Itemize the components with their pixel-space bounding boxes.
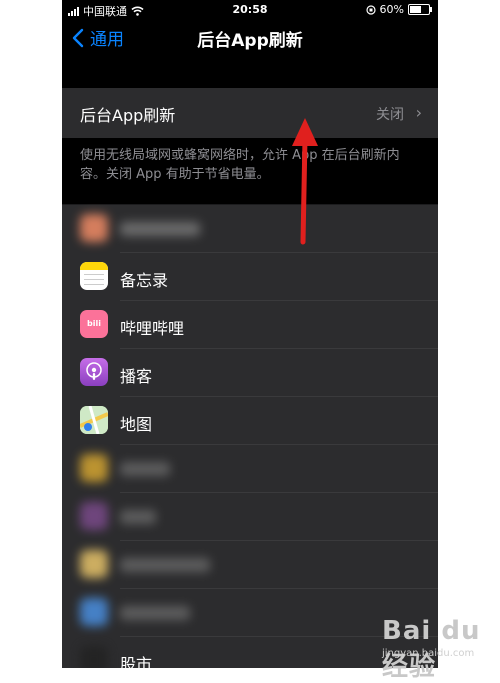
list-item[interactable] <box>62 445 438 493</box>
app-list: 备忘录 bili 哔哩哔哩 播客 地图 股市 <box>62 205 438 668</box>
list-item-podcasts[interactable]: 播客 <box>62 349 438 397</box>
background-refresh-setting[interactable]: 后台App刷新 关闭 › <box>62 88 438 138</box>
section-spacer <box>62 56 438 88</box>
list-item-notes[interactable]: 备忘录 <box>62 253 438 301</box>
blurred-app-icon <box>80 550 108 578</box>
blurred-app-name <box>120 510 156 524</box>
app-name: 播客 <box>120 367 153 386</box>
setting-value: 关闭 <box>376 107 404 123</box>
blurred-app-icon <box>80 502 108 530</box>
blurred-app-name <box>120 222 200 236</box>
stocks-icon <box>80 646 108 668</box>
phone-screen: 中国联通 20:58 60% 通用 后台App刷新 后台App刷新 关闭 › 使… <box>62 0 438 668</box>
blurred-app-icon <box>80 598 108 626</box>
page-title: 后台App刷新 <box>197 31 303 51</box>
battery-level <box>410 6 421 13</box>
notes-icon <box>80 262 108 290</box>
orientation-lock-icon <box>365 4 376 15</box>
setting-label: 后台App刷新 <box>80 106 176 125</box>
list-item[interactable] <box>62 205 438 253</box>
list-item-maps[interactable]: 地图 <box>62 397 438 445</box>
chevron-right-icon: › <box>415 103 422 122</box>
blurred-app-icon <box>80 454 108 482</box>
battery-percent: 60% <box>379 3 404 16</box>
blurred-app-name <box>120 558 210 572</box>
list-item[interactable] <box>62 541 438 589</box>
app-name: 哔哩哔哩 <box>120 319 185 338</box>
setting-description: 使用无线局域网或蜂窝网络时，允许 App 在后台刷新内容。关闭 App 有助于节… <box>80 148 400 182</box>
list-item-bilibili[interactable]: bili 哔哩哔哩 <box>62 301 438 349</box>
blurred-app-name <box>120 462 170 476</box>
app-name: 股市 <box>120 655 153 668</box>
section-footer: 使用无线局域网或蜂窝网络时，允许 App 在后台刷新内容。关闭 App 有助于节… <box>62 138 438 204</box>
list-item[interactable] <box>62 493 438 541</box>
app-name: 备忘录 <box>120 271 169 290</box>
podcasts-icon <box>80 358 108 386</box>
navigation-bar: 通用 后台App刷新 <box>62 20 438 56</box>
blurred-app-icon <box>80 214 108 242</box>
baidu-jingyan-watermark: Bai du 经验 jingyan.baidu.com <box>382 616 500 683</box>
status-bar: 中国联通 20:58 60% <box>62 0 438 20</box>
bilibili-icon: bili <box>80 310 108 338</box>
watermark-url: jingyan.baidu.com <box>382 648 475 659</box>
maps-icon <box>80 406 108 434</box>
battery-icon <box>408 4 432 15</box>
app-name: 地图 <box>120 415 153 434</box>
blurred-app-name <box>120 606 190 620</box>
